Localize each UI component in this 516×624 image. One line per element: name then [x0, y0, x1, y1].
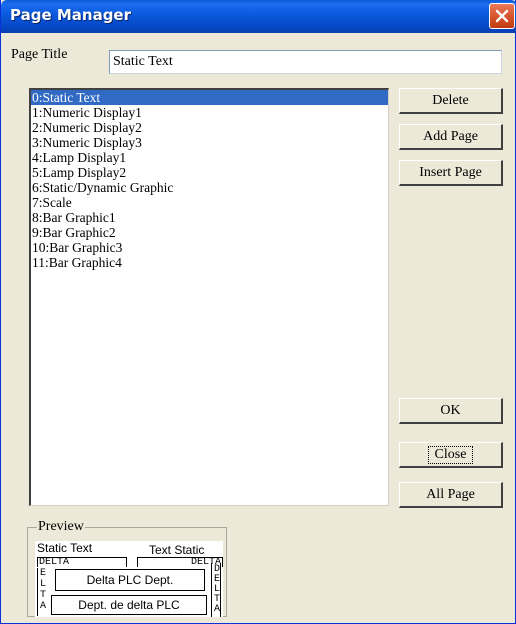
- preview-top-left-text: DELTA: [39, 557, 70, 568]
- list-item[interactable]: 8:Bar Graphic1: [31, 210, 388, 225]
- preview-vertical-letter: E: [39, 568, 46, 579]
- preview-top-left-box: DELTA: [37, 557, 127, 568]
- list-item[interactable]: 7:Scale: [31, 195, 388, 210]
- list-item[interactable]: 9:Bar Graphic2: [31, 225, 388, 240]
- list-item[interactable]: 10:Bar Graphic3: [31, 240, 388, 255]
- preview-left-vertical: ELTA: [37, 568, 47, 616]
- list-item[interactable]: 5:Lamp Display2: [31, 165, 388, 180]
- list-item[interactable]: 6:Static/Dynamic Graphic: [31, 180, 388, 195]
- title-bar[interactable]: Page Manager: [1, 0, 516, 33]
- close-button-label: Close: [427, 446, 474, 464]
- preview-legend: Preview: [37, 519, 85, 535]
- preview-center-text: Delta PLC Dept.: [86, 573, 174, 587]
- preview-vertical-letter: T: [39, 590, 46, 601]
- insert-page-button[interactable]: Insert Page: [399, 160, 503, 186]
- list-item[interactable]: 2:Numeric Display2: [31, 120, 388, 135]
- preview-left-caption: Static Text: [37, 541, 93, 555]
- preview-right-vertical: DELTA: [211, 563, 221, 617]
- all-page-button[interactable]: All Page: [399, 482, 503, 508]
- list-item[interactable]: 3:Numeric Display3: [31, 135, 388, 150]
- window-title: Page Manager: [10, 6, 132, 24]
- page-list[interactable]: 0:Static Text 1:Numeric Display1 2:Numeric…: [29, 88, 389, 506]
- list-item[interactable]: 0:Static Text: [31, 90, 388, 105]
- preview-bottom-text: Dept. de delta PLC: [78, 598, 180, 612]
- preview-right-caption: Text Static: [149, 543, 205, 557]
- add-page-button[interactable]: Add Page: [399, 124, 503, 150]
- list-item[interactable]: 4:Lamp Display1: [31, 150, 388, 165]
- list-item[interactable]: 11:Bar Graphic4: [31, 255, 388, 270]
- preview-center-box: Delta PLC Dept.: [55, 569, 205, 591]
- page-title-label: Page Title: [11, 47, 68, 62]
- list-item[interactable]: 1:Numeric Display1: [31, 105, 388, 120]
- close-button[interactable]: Close: [399, 442, 503, 468]
- page-title-input[interactable]: Static Text: [109, 50, 502, 74]
- preview-canvas: Static Text Text Static DELTA DELTA ELTA…: [35, 541, 223, 617]
- delete-button[interactable]: Delete: [399, 88, 503, 114]
- close-window-button[interactable]: [489, 3, 515, 29]
- preview-vertical-letter: A: [39, 601, 46, 612]
- preview-vertical-letter: A: [213, 604, 220, 615]
- ok-button[interactable]: OK: [399, 398, 503, 424]
- preview-bottom-box: Dept. de delta PLC: [51, 595, 207, 615]
- page-manager-window: Page Manager Page Title Static Text 0:St…: [0, 0, 516, 624]
- preview-vertical-letter: L: [39, 579, 46, 590]
- close-x-icon: [495, 9, 509, 23]
